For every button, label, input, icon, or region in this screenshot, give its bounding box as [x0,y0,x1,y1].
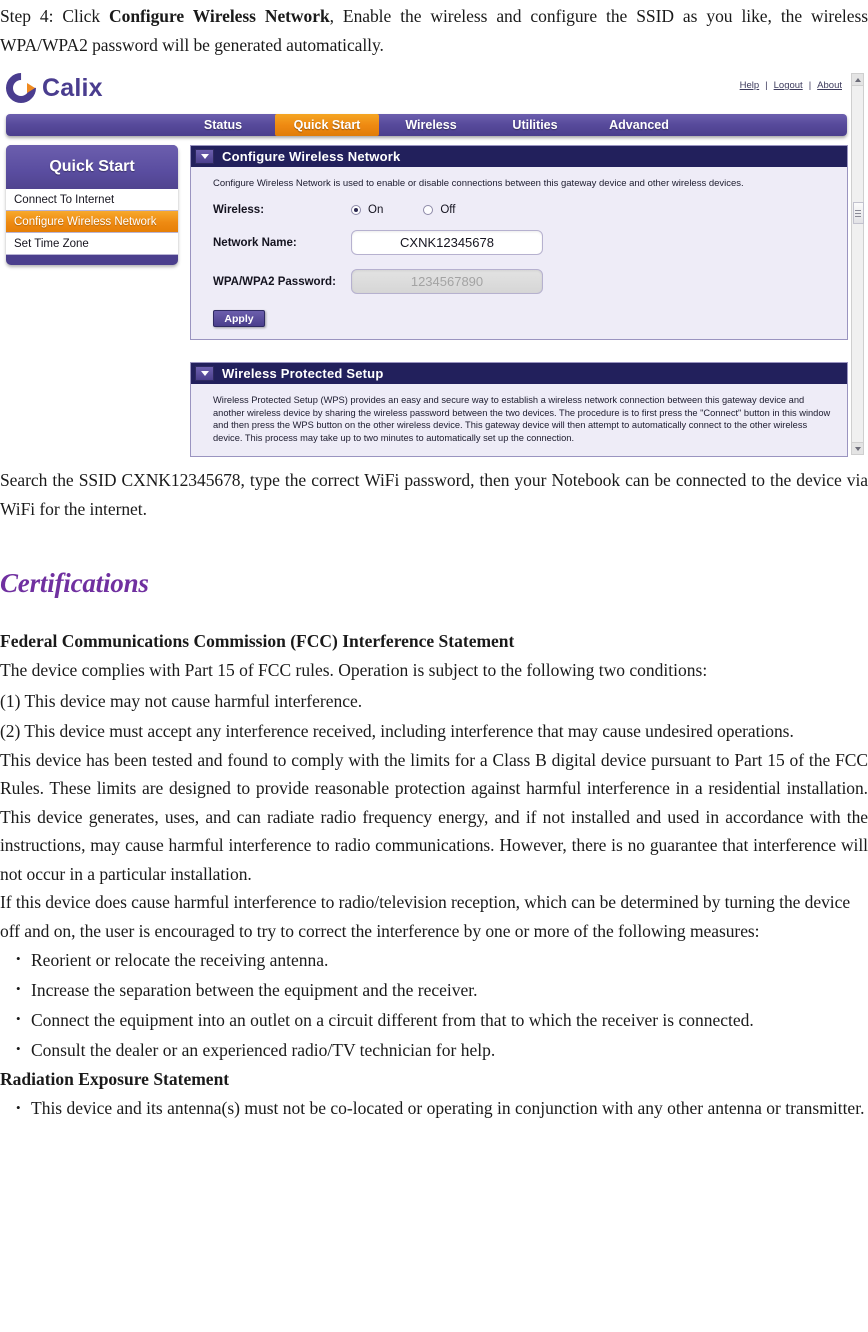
scrollbar-grip-icon [855,210,861,211]
sidebar-menu: Quick Start Connect To Internet Configur… [6,145,178,265]
sidebar-item-connect-to-internet[interactable]: Connect To Internet [6,189,178,211]
nav-tab-wireless[interactable]: Wireless [379,114,483,136]
wpa-password-input[interactable]: 1234567890 [351,269,543,294]
sidebar-item-configure-wireless-network[interactable]: Configure Wireless Network [6,211,178,233]
wireless-label: Wireless: [213,204,265,216]
search-ssid-paragraph: Search the SSID CXNK12345678, type the c… [0,470,868,519]
calix-c-icon [0,66,43,110]
chevron-down-icon[interactable] [195,149,214,164]
nav-tab-utilities[interactable]: Utilities [483,114,587,136]
network-name-input[interactable]: CXNK12345678 [351,230,543,255]
corrective-measures-list: Reorient or relocate the receiving anten… [0,944,868,1065]
wireless-panel-header: Configure Wireless Network [191,146,847,167]
wps-panel-header: Wireless Protected Setup [191,363,847,384]
wireless-radio-off[interactable]: Off [423,204,455,216]
scrollbar-thumb[interactable] [853,202,864,224]
screenshot-scrollbar[interactable] [851,73,864,455]
fcc-conditions-intro: The device complies with Part 15 of FCC … [0,660,708,680]
wireless-radio-group: On Off [351,204,455,216]
document-body: Search the SSID CXNK12345678, type the c… [0,457,868,1124]
orange-triangle-icon [27,83,35,93]
scroll-up-arrow-icon[interactable] [852,74,863,86]
radio-on-icon[interactable] [351,205,361,215]
list-item: Increase the separation between the equi… [0,974,868,1005]
calix-logo: Calix [0,66,103,110]
network-name-label: Network Name: [213,236,297,249]
logout-link[interactable]: Logout [774,80,803,91]
wireless-radio-on[interactable]: On [351,204,383,216]
router-ui-screenshot: Calix Help | Logout | About Status Quick… [0,65,868,457]
step4-bold-term: Configure Wireless Network [109,6,330,26]
wireless-protected-setup-panel: Wireless Protected Setup Wireless Protec… [190,362,848,457]
wps-panel-title: Wireless Protected Setup [222,366,384,381]
certifications-heading: Certifications [0,568,149,598]
wireless-radio-on-label: On [368,204,384,216]
top-utility-links: Help | Logout | About [740,80,842,91]
list-item: Reorient or relocate the receiving anten… [0,944,868,975]
list-item: Connect the equipment into an outlet on … [0,1004,868,1035]
link-separator-2: | [808,80,812,91]
wireless-radio-off-label: Off [440,204,456,216]
nav-tab-advanced[interactable]: Advanced [587,114,691,136]
fcc-heading: Federal Communications Commission (FCC) … [0,631,515,651]
password-row: WPA/WPA2 Password: 1234567890 [213,269,835,294]
radio-off-icon[interactable] [423,205,434,215]
fcc-class-b-paragraph: This device has been tested and found to… [0,749,868,884]
wireless-toggle-row: Wireless: On Off [213,204,835,216]
radiation-exposure-heading: Radiation Exposure Statement [0,1069,230,1089]
intro-section: Step 4: Click Configure Wireless Network… [0,0,868,59]
sidebar-item-set-time-zone[interactable]: Set Time Zone [6,233,178,255]
radiation-exposure-list: This device and its antenna(s) must not … [0,1092,868,1124]
nav-tab-status[interactable]: Status [171,114,275,136]
wireless-panel-body: Configure Wireless Network is used to en… [191,167,847,339]
fcc-condition-2: (2) This device must accept any interfer… [0,721,794,741]
chevron-down-icon[interactable] [195,366,214,381]
wireless-panel-title: Configure Wireless Network [222,149,401,164]
apply-button[interactable]: Apply [213,310,265,327]
wps-panel-body: Wireless Protected Setup (WPS) provides … [191,384,847,454]
help-link[interactable]: Help [740,80,760,91]
main-navigation-bar: Status Quick Start Wireless Utilities Ad… [6,114,847,136]
fcc-corrective-paragraph: If this device does cause harmful interf… [0,892,851,941]
network-name-row: Network Name: CXNK12345678 [213,230,835,255]
password-label: WPA/WPA2 Password: [213,275,336,288]
document-page: Step 4: Click Configure Wireless Network… [0,0,868,1332]
step4-prefix: Step 4: Click [0,6,110,26]
link-separator-1: | [765,80,768,91]
wps-panel-description: Wireless Protected Setup (WPS) provides … [213,395,831,443]
about-link[interactable]: About [817,80,842,91]
fcc-condition-1: (1) This device may not cause harmful in… [0,691,363,711]
sidebar-title: Quick Start [6,145,178,189]
configure-wireless-network-panel: Configure Wireless Network Configure Wir… [190,145,848,340]
wireless-panel-description: Configure Wireless Network is used to en… [213,178,744,189]
list-item: Consult the dealer or an experienced rad… [0,1034,868,1065]
brand-name: Calix [42,73,103,102]
nav-tab-quick-start[interactable]: Quick Start [275,114,379,136]
step4-paragraph: Step 4: Click Configure Wireless Network… [0,2,868,59]
scroll-down-arrow-icon[interactable] [852,442,863,454]
list-item: This device and its antenna(s) must not … [0,1092,868,1124]
